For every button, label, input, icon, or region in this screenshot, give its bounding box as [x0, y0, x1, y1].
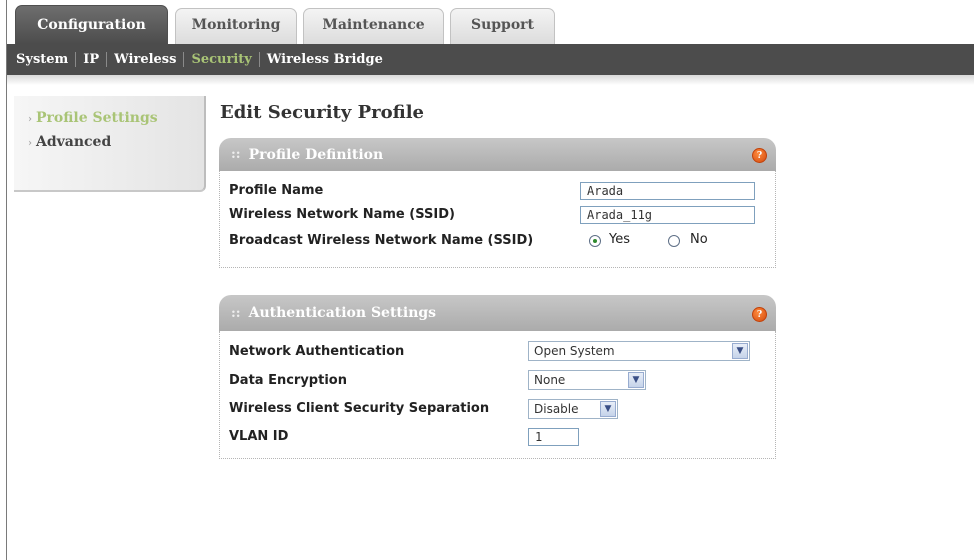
- help-icon[interactable]: ?: [752, 307, 767, 322]
- chevron-right-icon: ›: [28, 114, 32, 125]
- sidemenu-label: Profile Settings: [36, 110, 158, 126]
- ssid-input[interactable]: Arada_11g: [580, 206, 755, 224]
- broadcast-yes-label: Yes: [609, 232, 630, 247]
- side-menu: › Profile Settings › Advanced: [14, 96, 206, 192]
- chevron-down-icon: ▼: [628, 372, 644, 388]
- client-separation-select[interactable]: Disable ▼: [528, 399, 618, 419]
- top-tab-bar: Configuration Monitoring Maintenance Sup…: [7, 0, 974, 44]
- panel-body: Profile Name Arada Wireless Network Name…: [219, 171, 776, 268]
- grip-icon: ::: [231, 147, 241, 162]
- subnav-wireless-bridge[interactable]: Wireless Bridge: [260, 52, 390, 67]
- sub-navigation: System IP Wireless Security Wireless Bri…: [7, 44, 974, 75]
- tab-configuration[interactable]: Configuration: [15, 5, 168, 44]
- broadcast-no-label: No: [690, 232, 708, 247]
- sidemenu-item-advanced[interactable]: › Advanced: [28, 134, 111, 150]
- authentication-settings-panel: :: Authentication Settings ? Network Aut…: [219, 295, 776, 459]
- vlan-id-label: VLAN ID: [229, 429, 289, 444]
- profile-name-input[interactable]: Arada: [580, 182, 755, 200]
- page-title: Edit Security Profile: [220, 102, 424, 123]
- select-value: Open System: [534, 344, 615, 358]
- subnav-shadow: [7, 75, 974, 85]
- profile-name-label: Profile Name: [229, 183, 324, 198]
- network-authentication-select[interactable]: Open System ▼: [528, 341, 750, 361]
- network-authentication-label: Network Authentication: [229, 344, 405, 359]
- subnav-security[interactable]: Security: [184, 52, 258, 67]
- tab-monitoring[interactable]: Monitoring: [175, 8, 297, 44]
- sidemenu-label: Advanced: [36, 134, 112, 150]
- panel-body: Network Authentication Open System ▼ Dat…: [219, 331, 776, 459]
- select-value: None: [534, 373, 566, 387]
- data-encryption-select[interactable]: None ▼: [528, 370, 646, 390]
- grip-icon: ::: [231, 305, 241, 321]
- chevron-down-icon: ▼: [600, 401, 616, 417]
- ssid-label: Wireless Network Name (SSID): [229, 207, 455, 222]
- profile-definition-panel: :: Profile Definition ? Profile Name Ara…: [219, 138, 776, 268]
- panel-title: Profile Definition: [248, 146, 384, 163]
- panel-header: :: Authentication Settings ?: [219, 295, 776, 331]
- vlan-id-input[interactable]: 1: [528, 428, 579, 446]
- chevron-right-icon: ›: [28, 138, 32, 149]
- subnav-wireless[interactable]: Wireless: [107, 52, 183, 67]
- broadcast-yes-radio[interactable]: [589, 235, 601, 247]
- panel-title: Authentication Settings: [248, 305, 437, 321]
- help-icon[interactable]: ?: [752, 148, 767, 163]
- subnav-ip[interactable]: IP: [76, 52, 106, 67]
- data-encryption-label: Data Encryption: [229, 373, 347, 388]
- client-separation-label: Wireless Client Security Separation: [229, 401, 490, 416]
- subnav-system[interactable]: System: [9, 52, 75, 67]
- broadcast-no-radio[interactable]: [668, 235, 680, 247]
- chevron-down-icon: ▼: [732, 343, 748, 359]
- select-value: Disable: [534, 402, 579, 416]
- tab-maintenance[interactable]: Maintenance: [303, 8, 444, 44]
- broadcast-ssid-label: Broadcast Wireless Network Name (SSID): [229, 233, 534, 248]
- tab-support[interactable]: Support: [450, 8, 555, 44]
- panel-header: :: Profile Definition ?: [219, 138, 776, 171]
- sidemenu-item-profile-settings[interactable]: › Profile Settings: [28, 110, 158, 126]
